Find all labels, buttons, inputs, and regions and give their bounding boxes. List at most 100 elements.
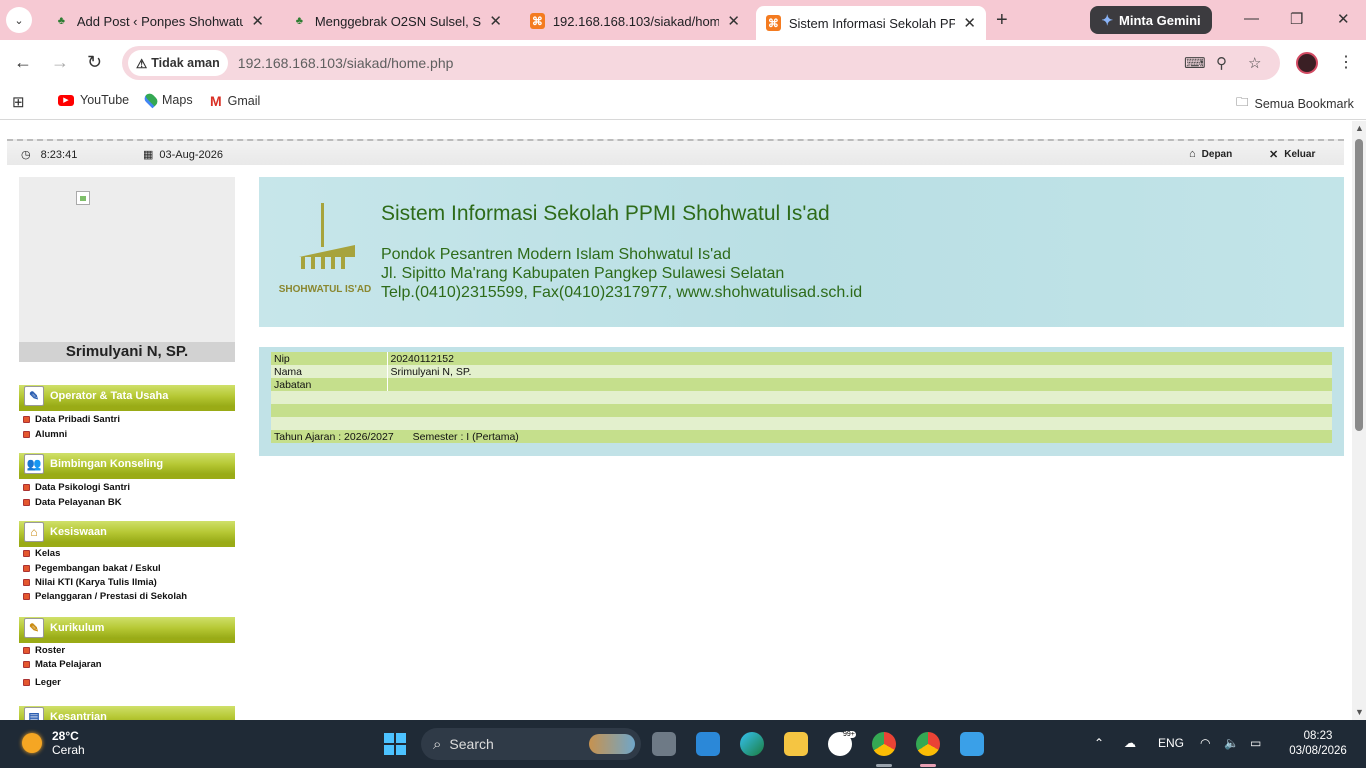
- window-close-icon[interactable]: ✕: [1337, 10, 1350, 28]
- tab-search-button[interactable]: ⌄: [6, 7, 32, 33]
- row-value: Srimulyani N, SP.: [387, 365, 1332, 378]
- menu-item-label: Kelas: [35, 548, 61, 559]
- url-text[interactable]: 192.168.168.103/siakad/home.php: [238, 55, 454, 71]
- bookmark-maps[interactable]: Maps: [142, 91, 193, 109]
- menu-item-leger[interactable]: Leger: [23, 677, 61, 688]
- bullet-icon: [23, 550, 30, 557]
- forward-icon[interactable]: →: [51, 52, 69, 73]
- tab-add-post[interactable]: ♣ Add Post ‹ Ponpes Shohwatul Is'ad ✕: [44, 6, 274, 36]
- menu-item-data-pribadi-santri[interactable]: Data Pribadi Santri: [23, 414, 120, 425]
- empty-cell: [271, 404, 1332, 417]
- close-icon[interactable]: ✕: [251, 12, 264, 30]
- profile-avatar[interactable]: [1296, 52, 1318, 74]
- volume-icon[interactable]: 🔈: [1224, 736, 1239, 750]
- bookmark-gmail[interactable]: M Gmail: [210, 93, 260, 109]
- table-row: Nama Srimulyani N, SP.: [271, 365, 1332, 378]
- taskbar-search[interactable]: ⌕ Search: [421, 728, 641, 760]
- menu-item-pelanggaran[interactable]: Pelanggaran / Prestasi di Sekolah: [23, 591, 187, 602]
- task-view-icon[interactable]: [652, 732, 676, 756]
- current-time: 8:23:41: [40, 148, 78, 161]
- top-status-strip: ◷ 8:23:41 ▦ 03-Aug-2026 ⌂ Depan ✕ Keluar: [7, 139, 1344, 165]
- chrome-icon[interactable]: [872, 732, 896, 756]
- bullet-icon: [23, 579, 30, 586]
- address-bar[interactable]: ⚠ Tidak aman 192.168.168.103/siakad/home…: [122, 46, 1280, 80]
- current-date: 03-Aug-2026: [159, 148, 224, 161]
- weather-widget[interactable]: 28°C Cerah: [22, 729, 85, 757]
- edge-icon[interactable]: [740, 732, 764, 756]
- scroll-down-icon[interactable]: ▼: [1355, 707, 1364, 717]
- menu-item-data-pelayanan-bk[interactable]: Data Pelayanan BK: [23, 497, 122, 508]
- menu-head-kesiswaan[interactable]: ⌂ Kesiswaan: [19, 521, 235, 547]
- back-icon[interactable]: ←: [14, 52, 32, 73]
- apps-grid-icon[interactable]: ⊞: [12, 93, 25, 111]
- menu-item-kelas[interactable]: Kelas: [23, 548, 60, 559]
- store-icon[interactable]: [696, 732, 720, 756]
- close-icon[interactable]: ✕: [727, 12, 740, 30]
- restore-icon[interactable]: ❐: [1290, 10, 1303, 28]
- new-tab-icon[interactable]: +: [996, 9, 1008, 32]
- onedrive-icon[interactable]: ☁: [1124, 736, 1136, 750]
- tab-menggebrak[interactable]: ♣ Menggebrak O2SN Sulsel, Santri ✕: [282, 6, 512, 36]
- menu-title: Operator & Tata Usaha: [50, 389, 169, 402]
- page-scrollbar[interactable]: ▲ ▼: [1352, 121, 1366, 720]
- menu-head-bimbingan-konseling[interactable]: 👥 Bimbingan Konseling: [19, 453, 235, 479]
- reload-icon[interactable]: ↻: [87, 52, 102, 73]
- logo-spire: [321, 203, 324, 247]
- tray-chevron-icon[interactable]: ⌃: [1094, 736, 1104, 750]
- menu-item-data-psikologi-santri[interactable]: Data Psikologi Santri: [23, 482, 130, 493]
- user-photo-box: [19, 177, 235, 343]
- bookmark-star-icon[interactable]: ☆: [1248, 54, 1261, 72]
- menu-head-kesantrian[interactable]: ▤ Kesantrian: [19, 706, 235, 720]
- menu-item-label: Data Pribadi Santri: [35, 414, 120, 425]
- chrome-profile-icon[interactable]: [916, 732, 940, 756]
- banner-title: Sistem Informasi Sekolah PPMI Shohwatul …: [381, 202, 830, 225]
- close-icon[interactable]: ✕: [489, 12, 502, 30]
- tab-title: 192.168.168.103/siakad/home.php: [552, 13, 720, 29]
- search-highlight-image: [589, 734, 635, 754]
- translate-icon[interactable]: ⌨: [1184, 54, 1206, 72]
- language-indicator[interactable]: ENG: [1158, 736, 1184, 750]
- academic-year-cell: Tahun Ajaran : 2026/2027 Semester : I (P…: [271, 430, 1332, 443]
- start-icon[interactable]: [384, 733, 406, 755]
- folder-icon: 🗀: [1236, 95, 1249, 109]
- notepad-icon[interactable]: [960, 732, 984, 756]
- menu-item-alumni[interactable]: Alumni: [23, 429, 67, 440]
- logo-roof: [299, 245, 355, 257]
- tab-title: Add Post ‹ Ponpes Shohwatul Is'ad: [76, 13, 244, 29]
- tab-sistem-informasi[interactable]: ⌘ Sistem Informasi Sekolah PPMI ✕: [756, 6, 986, 40]
- menu-item-mata-pelajaran[interactable]: Mata Pelajaran: [23, 659, 102, 670]
- menu-item-label: Pelanggaran / Prestasi di Sekolah: [35, 591, 188, 602]
- close-icon[interactable]: ✕: [963, 14, 976, 32]
- wordpress-icon: ♣: [57, 15, 66, 27]
- gemini-button[interactable]: ✦ Minta Gemini: [1090, 6, 1212, 34]
- all-bookmarks[interactable]: 🗀 Semua Bookmark: [1236, 93, 1354, 114]
- house-icon: ⌂: [24, 521, 44, 542]
- document-edit-icon: ✎: [24, 385, 44, 406]
- scroll-thumb[interactable]: [1355, 139, 1363, 431]
- battery-icon[interactable]: ▭: [1250, 736, 1261, 750]
- browser-toolbar: ← → ↻ ⚠ Tidak aman 192.168.168.103/siaka…: [0, 40, 1366, 86]
- menu-item-pengembangan-bakat[interactable]: Pegembangan bakat / Eskul: [23, 563, 161, 574]
- close-icon: ✕: [1269, 149, 1279, 161]
- taskbar-clock[interactable]: 08:23 03/08/2026: [1278, 729, 1358, 759]
- more-menu-icon[interactable]: ⋮: [1338, 52, 1354, 72]
- menu-item-nilai-kti[interactable]: Nilai KTI (Karya Tulis Ilmia): [23, 577, 157, 588]
- file-explorer-icon[interactable]: [784, 732, 808, 756]
- row-label: Nip: [271, 352, 388, 365]
- zoom-icon[interactable]: ⚲: [1216, 54, 1227, 72]
- wifi-icon[interactable]: ◠: [1200, 736, 1210, 750]
- gemini-label: Minta Gemini: [1119, 12, 1201, 28]
- logout-link[interactable]: ✕ Keluar: [1269, 148, 1315, 161]
- security-label: Tidak aman: [151, 56, 220, 70]
- menu-head-kurikulum[interactable]: ✎ Kurikulum: [19, 617, 235, 643]
- bookmark-youtube[interactable]: ▶ YouTube: [58, 93, 129, 107]
- security-chip[interactable]: ⚠ Tidak aman: [128, 50, 228, 76]
- tab-siakad-home[interactable]: ⌘ 192.168.168.103/siakad/home.php ✕: [520, 6, 750, 36]
- tab-title: Sistem Informasi Sekolah PPMI: [788, 15, 956, 31]
- home-link[interactable]: ⌂ Depan: [1189, 148, 1232, 160]
- scroll-up-icon[interactable]: ▲: [1355, 123, 1364, 133]
- menu-head-operator[interactable]: ✎ Operator & Tata Usaha: [19, 385, 235, 411]
- minimize-icon[interactable]: —: [1244, 10, 1259, 27]
- school-logo: SHOHWATUL IS'AD: [277, 201, 373, 305]
- menu-item-roster[interactable]: Roster: [23, 645, 65, 656]
